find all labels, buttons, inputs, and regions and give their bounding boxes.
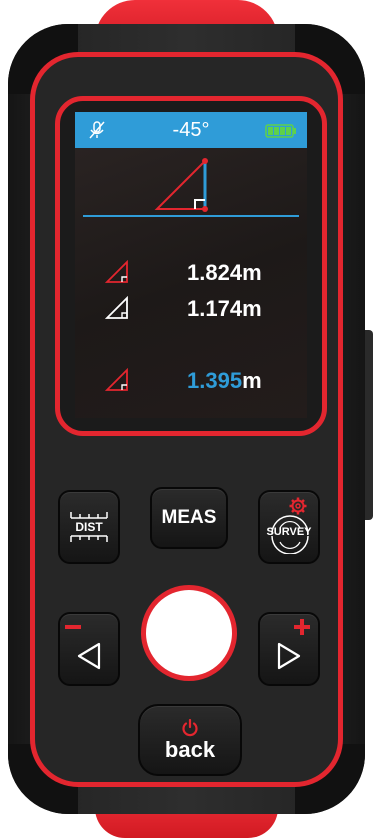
- distance-value-2: 1.174m: [187, 296, 262, 321]
- minus-icon: [65, 625, 81, 629]
- triangle-hypotenuse-icon: [105, 260, 128, 283]
- triangle-height-icon: [105, 368, 128, 391]
- trigger-button[interactable]: [146, 590, 232, 676]
- distance-value-1: 1.824m: [187, 260, 262, 285]
- ruler-icon: [70, 512, 108, 519]
- dist-button[interactable]: DIST: [58, 490, 120, 564]
- survey-label: SURVEY: [266, 526, 312, 538]
- back-power-button[interactable]: back: [138, 704, 242, 776]
- horizon-line: [83, 215, 299, 217]
- power-icon: [182, 719, 198, 737]
- back-label: back: [164, 737, 216, 762]
- meas-button[interactable]: MEAS: [150, 487, 228, 549]
- triangle-base-icon: [105, 296, 128, 319]
- chevron-right-icon: [277, 642, 301, 670]
- dist-label: DIST: [75, 520, 103, 534]
- plus-icon: [294, 619, 310, 635]
- left-minus-button[interactable]: [58, 612, 120, 686]
- laser-distance-meter: -45° 1.824m 1.174m 1.395m DIST MEAS SURV…: [0, 0, 373, 838]
- distance-value-3: 1.395m: [187, 368, 262, 393]
- chevron-left-icon: [77, 642, 101, 670]
- triangle-measure-icon: [154, 158, 208, 212]
- battery-icon: [265, 124, 296, 138]
- ruler-icon: [70, 535, 108, 542]
- gear-icon: [289, 497, 307, 515]
- display-screen: -45° 1.824m 1.174m 1.395m: [75, 112, 307, 418]
